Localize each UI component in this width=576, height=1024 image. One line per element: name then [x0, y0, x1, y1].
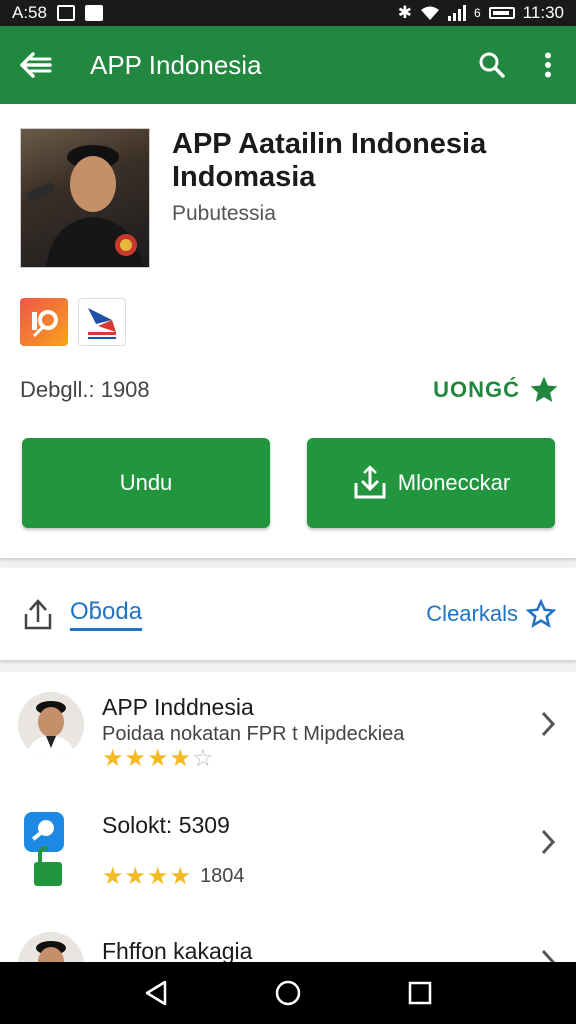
- related-apps-list: APP Inddnesia Poidaa nokatan FPR t Mipde…: [0, 672, 576, 962]
- rating-text: UONGĆ: [433, 377, 520, 402]
- search-button[interactable]: [464, 26, 520, 104]
- download-count: Debgll.: 1908: [20, 377, 150, 402]
- rating-label[interactable]: UONGĆ: [433, 374, 560, 406]
- star-rating: ★ ★ ★ ★ ☆: [102, 744, 214, 773]
- app-publisher[interactable]: Pubutessia: [172, 202, 276, 226]
- notification-app-icon: [84, 5, 103, 21]
- star-icon: ★: [102, 745, 124, 772]
- bluetooth-icon: ✱: [397, 3, 413, 22]
- square-recents-icon: [408, 981, 432, 1005]
- nav-home-button[interactable]: [258, 962, 318, 1024]
- green-star-icon: [530, 376, 558, 402]
- wishlist-button[interactable]: Clearkals: [426, 599, 556, 629]
- search-icon: [479, 52, 505, 78]
- battery-icon: [488, 7, 515, 19]
- wifi-icon: [421, 6, 440, 20]
- chevron-right-icon[interactable]: [536, 942, 560, 962]
- red-blue-logo-badge-icon[interactable]: [78, 298, 126, 346]
- list-item-title: Fhffon kakagia: [102, 938, 253, 962]
- key-lock-icon: [22, 810, 66, 888]
- star-rating: ★ ★ ★ ★ 1804: [102, 862, 245, 891]
- star-icon: ★: [169, 863, 192, 890]
- download-button[interactable]: Undu: [22, 438, 270, 528]
- download-button-label: Undu: [119, 470, 173, 495]
- rating-count: 1804: [200, 865, 245, 887]
- status-time-left: A:58: [12, 3, 47, 22]
- install-button[interactable]: Mlonecckar: [307, 438, 555, 528]
- notification-icon: [56, 5, 75, 21]
- app-detail-card: APP Aatailin Indonesia Indomasia Pubutes…: [0, 104, 576, 558]
- star-icon: ★: [147, 745, 169, 772]
- nav-back-button[interactable]: [126, 962, 186, 1024]
- list-item-title: APP Inddnesia: [102, 694, 254, 720]
- share-row: Oƃoda Clearkals: [0, 568, 576, 660]
- download-tray-icon: [354, 465, 386, 499]
- more-options-button[interactable]: [520, 26, 576, 104]
- star-icon: ★: [169, 745, 192, 772]
- star-icon: ★: [147, 863, 169, 890]
- nav-recents-button[interactable]: [390, 962, 450, 1024]
- list-item-title: Solokt: 5309: [102, 812, 230, 838]
- chevron-right-icon[interactable]: [536, 704, 560, 744]
- battery-label: 6: [474, 6, 481, 20]
- avatar: [18, 692, 84, 758]
- wishlist-label: Clearkals: [426, 601, 518, 626]
- app-title: APP Aatailin Indonesia Indomasia: [172, 128, 487, 193]
- list-item[interactable]: Fhffon kakagia: [0, 922, 576, 962]
- circle-home-icon: [275, 980, 301, 1006]
- back-arrow-icon: [20, 52, 52, 78]
- back-button[interactable]: [0, 26, 72, 104]
- signal-icon: [448, 5, 467, 21]
- status-time-right: 11:30: [522, 3, 564, 22]
- star-icon: ★: [124, 863, 147, 890]
- chevron-right-icon[interactable]: [536, 822, 560, 862]
- more-vert-icon: [545, 52, 551, 78]
- share-button[interactable]: Oƃoda: [20, 596, 143, 632]
- app-bar: APP Indonesia: [0, 26, 576, 104]
- status-bar: A:58 ✱ 6 11:30: [0, 0, 576, 26]
- avatar: [18, 932, 84, 962]
- star-outline-icon: ☆: [192, 745, 214, 772]
- list-item-subtitle: Poidaa nokatan FPR t Mipdeckiea: [102, 723, 405, 745]
- share-icon: [24, 599, 52, 630]
- star-icon: ★: [124, 745, 147, 772]
- list-item[interactable]: APP Inddnesia Poidaa nokatan FPR t Mipde…: [0, 682, 576, 792]
- triangle-back-icon: [145, 980, 167, 1006]
- colorful-app-badge-icon[interactable]: [20, 298, 68, 346]
- star-icon: ★: [102, 863, 124, 890]
- list-item[interactable]: Solokt: 5309 ★ ★ ★ ★ 1804: [0, 800, 576, 910]
- system-navigation-bar: [0, 962, 576, 1024]
- outline-star-icon: [526, 599, 556, 628]
- share-label: Oƃoda: [70, 598, 143, 631]
- install-button-label: Mlonecckar: [397, 470, 511, 495]
- app-profile-photo: [20, 128, 150, 268]
- app-bar-title: APP Indonesia: [90, 49, 262, 80]
